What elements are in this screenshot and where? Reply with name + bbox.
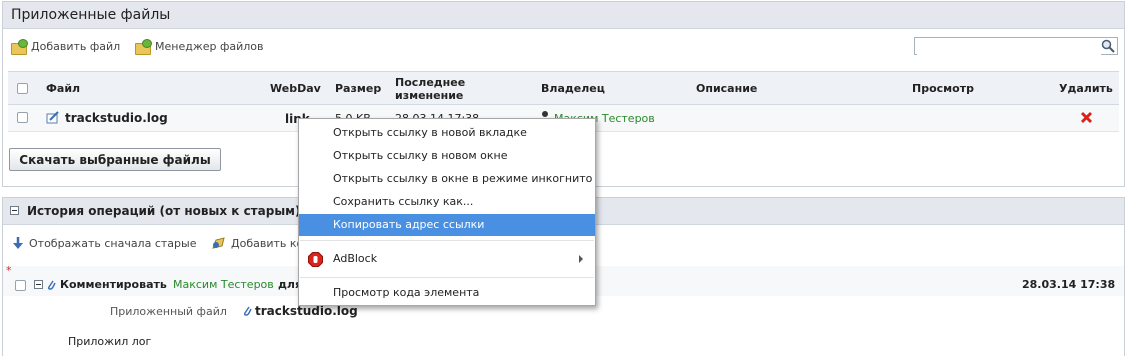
comment-add-icon [211, 236, 227, 250]
menu-copy-link-address[interactable]: Копировать адрес ссылки [299, 214, 595, 236]
menu-separator [300, 277, 594, 278]
menu-save-link-as[interactable]: Сохранить ссылку как... [299, 191, 595, 213]
attached-files-title: Приложенные файлы [3, 2, 1124, 29]
paperclip-icon [242, 304, 252, 317]
minus-glyph [36, 284, 41, 285]
search-icon[interactable] [1101, 39, 1115, 53]
attached-file-label: Приложенный файл [110, 305, 227, 318]
history-title: История операций (от новых к старым) [27, 204, 301, 218]
file-edit-icon[interactable] [46, 111, 60, 124]
minus-glyph [12, 210, 17, 211]
file-name-link[interactable]: trackstudio.log [65, 111, 168, 125]
menu-adblock[interactable]: AdBlock [299, 248, 595, 270]
submenu-arrow-icon [579, 255, 583, 263]
file-search-input[interactable] [914, 37, 1118, 55]
arrow-down-icon [11, 236, 25, 250]
menu-separator [300, 240, 594, 241]
paperclip-icon [46, 278, 56, 291]
menu-open-incognito[interactable]: Открыть ссылку в окне в режиме инкогнито [299, 168, 595, 190]
col-size[interactable]: Размер [335, 83, 381, 95]
col-description[interactable]: Описание [696, 83, 757, 95]
context-menu: Открыть ссылку в новой вкладке Открыть с… [298, 118, 596, 306]
row-checkbox[interactable] [17, 112, 28, 123]
file-search-field[interactable] [917, 39, 1101, 55]
adblock-label: AdBlock [333, 252, 378, 265]
col-owner[interactable]: Владелец [541, 83, 605, 95]
menu-open-new-tab[interactable]: Открыть ссылку в новой вкладке [299, 122, 595, 144]
entry-action: Комментировать [60, 278, 167, 291]
col-webdav: WebDav [270, 82, 321, 95]
col-modified-line2[interactable]: изменение [395, 90, 463, 102]
delete-icon[interactable] [1080, 111, 1093, 124]
required-mark: * [6, 264, 12, 277]
col-file[interactable]: Файл [46, 83, 80, 95]
show-old-first-button[interactable]: Отображать сначала старые [11, 236, 196, 250]
folder-add-icon [11, 39, 28, 55]
entry-timestamp: 28.03.14 17:38 [1022, 278, 1116, 291]
menu-open-new-window[interactable]: Открыть ссылку в новом окне [299, 145, 595, 167]
show-old-first-label: Отображать сначала старые [29, 236, 197, 250]
menu-inspect-element[interactable]: Просмотр кода элемента [299, 282, 595, 304]
col-modified-line1[interactable]: Последнее [395, 77, 465, 89]
attached-file-link[interactable]: trackstudio.log [255, 304, 358, 318]
adblock-icon [308, 252, 323, 267]
select-all-checkbox[interactable] [17, 83, 28, 94]
file-manager-label: Менеджер файлов [155, 40, 264, 53]
entry-checkbox[interactable] [15, 280, 26, 291]
collapse-icon[interactable] [10, 206, 19, 215]
col-delete: Удалить [1059, 82, 1113, 95]
file-manager-button[interactable]: Менеджер файлов [135, 39, 264, 55]
col-preview: Просмотр [912, 82, 974, 95]
files-table-header: Файл WebDav Размер Последнее изменение В… [8, 71, 1119, 105]
add-file-label: Добавить файл [31, 40, 121, 53]
expand-icon[interactable] [34, 280, 43, 289]
download-selected-button[interactable]: Скачать выбранные файлы [9, 148, 221, 171]
folder-manager-icon [135, 39, 152, 55]
comment-text: Приложил лог [68, 335, 152, 348]
add-file-button[interactable]: Добавить файл [11, 39, 121, 55]
entry-author-link[interactable]: Максим Тестеров [173, 278, 274, 291]
